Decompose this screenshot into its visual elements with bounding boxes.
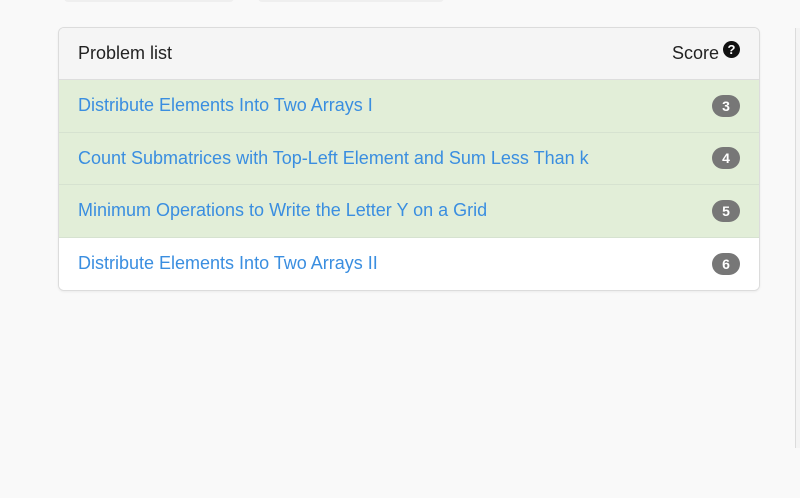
problem-link[interactable]: Distribute Elements Into Two Arrays I (78, 95, 373, 116)
score-badge: 3 (712, 94, 740, 117)
problem-link[interactable]: Count Submatrices with Top-Left Element … (78, 148, 589, 169)
problem-row: Distribute Elements Into Two Arrays I 3 (59, 80, 759, 133)
problem-link[interactable]: Minimum Operations to Write the Letter Y… (78, 200, 487, 221)
problem-link[interactable]: Distribute Elements Into Two Arrays II (78, 253, 378, 274)
question-circle-icon[interactable]: ? (723, 41, 740, 58)
score-badge: 5 (712, 199, 740, 222)
problem-row: Minimum Operations to Write the Letter Y… (59, 185, 759, 238)
problem-row: Count Submatrices with Top-Left Element … (59, 132, 759, 185)
right-panel-edge (795, 28, 800, 448)
score-badge: 6 (712, 252, 740, 275)
score-label: Score (671, 43, 719, 63)
top-element-partial (258, 0, 444, 2)
score-header: Score ? (671, 41, 740, 64)
panel-header: Problem list Score ? (59, 28, 759, 80)
score-badge: 4 (712, 147, 740, 170)
panel-title: Problem list (78, 43, 173, 63)
page: Problem list Score ? Distribute Elements… (0, 0, 800, 498)
problem-row: Distribute Elements Into Two Arrays II 6 (59, 237, 759, 290)
problem-list-panel: Problem list Score ? Distribute Elements… (58, 27, 760, 291)
top-element-partial (64, 0, 234, 2)
